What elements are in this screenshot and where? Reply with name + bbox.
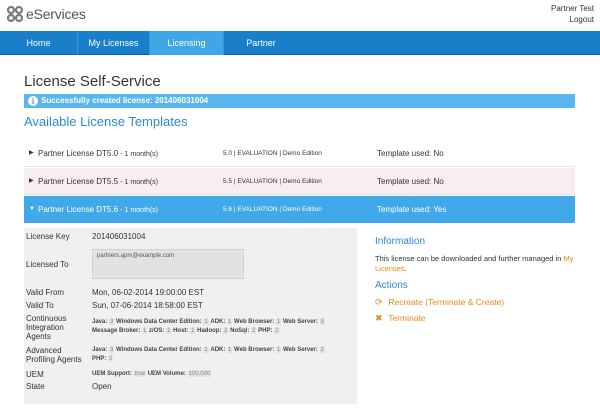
page-title: License Self-Service <box>24 73 161 90</box>
ci-agents-values: Java: 3 Windows Data Center Edition: 1 A… <box>92 319 325 334</box>
terminate-action[interactable]: ✖ Terminate <box>375 313 426 324</box>
license-key-value: 201406031004 <box>92 232 146 241</box>
state-label: State <box>26 382 45 391</box>
section-title: Available License Templates <box>24 114 188 129</box>
uem-values: UEM Support: true UEM Volume: 100,000 <box>92 371 212 377</box>
template-used: Template used: No <box>377 149 444 158</box>
ap-agents-values: Java: 3 Windows Data Center Edition: 1 A… <box>92 347 325 362</box>
eservices-logo-icon <box>6 5 24 23</box>
valid-from-value: Mon, 06-02-2014 19:00:00 EST <box>92 288 205 297</box>
template-used: Template used: No <box>377 177 444 186</box>
template-info: 5.6 | EVALUATION | Demo Edition <box>223 206 322 213</box>
template-info: 5.5 | EVALUATION | Demo Edition <box>223 178 322 185</box>
expand-arrow-icon: ▶ <box>29 150 34 156</box>
licensed-to-label: Licensed To <box>26 260 69 269</box>
nav-my-licenses[interactable]: My Licenses <box>78 31 150 55</box>
template-name: Partner License DT5.6 - 1 month(s) <box>38 205 159 214</box>
information-text: This license can be downloaded and furth… <box>375 254 574 273</box>
actions-title: Actions <box>375 280 408 291</box>
template-row-selected[interactable]: ▼ Partner License DT5.6 - 1 month(s) 5.6… <box>24 196 575 223</box>
uem-label: UEM <box>26 370 44 379</box>
brand-name: eServices <box>26 6 86 22</box>
state-value: Open <box>92 382 112 391</box>
main-nav: Home My Licenses Licensing Partner <box>0 31 600 55</box>
template-row[interactable]: ▶ Partner License DT5.5 - 1 month(s) 5.5… <box>24 168 575 195</box>
template-info: 5.0 | EVALUATION | Demo Edition <box>223 150 322 157</box>
terminate-icon: ✖ <box>375 313 383 323</box>
valid-to-label: Valid To <box>26 301 54 310</box>
recreate-action[interactable]: ⟳ Recreate (Terminate & Create) <box>375 297 504 308</box>
valid-to-value: Sun, 07-06-2014 18:58:00 EST <box>92 301 203 310</box>
information-title: Information <box>375 236 426 247</box>
nav-partner[interactable]: Partner <box>224 31 298 55</box>
template-used: Template used: Yes <box>377 205 447 214</box>
nav-licensing[interactable]: Licensing <box>150 31 224 55</box>
ap-agents-label: Advanced Profiling Agents <box>26 346 82 364</box>
collapse-arrow-icon: ▼ <box>29 206 35 212</box>
expand-arrow-icon: ▶ <box>29 178 34 184</box>
top-bar: eServices Partner Test Logout <box>0 0 600 30</box>
template-row[interactable]: ▶ Partner License DT5.0 - 1 month(s) 5.0… <box>24 140 575 167</box>
success-message: Successfully created license: 2014060310… <box>41 96 209 105</box>
template-name: Partner License DT5.5 - 1 month(s) <box>38 177 159 186</box>
license-details: License Key 201406031004 Licensed To par… <box>24 228 357 404</box>
success-banner: i Successfully created license: 20140603… <box>24 94 575 108</box>
user-name: Partner Test <box>551 4 594 13</box>
valid-from-label: Valid From <box>26 288 65 297</box>
logout-link[interactable]: Logout <box>570 15 594 24</box>
template-name: Partner License DT5.0 - 1 month(s) <box>38 149 159 158</box>
licensed-to-field: partners.apm@example.com <box>92 249 244 279</box>
license-key-label: License Key <box>26 232 70 241</box>
recreate-icon: ⟳ <box>375 297 383 307</box>
nav-home[interactable]: Home <box>0 31 78 55</box>
ci-agents-label: Continuous Integration Agents <box>26 314 67 341</box>
info-icon: i <box>28 96 38 106</box>
